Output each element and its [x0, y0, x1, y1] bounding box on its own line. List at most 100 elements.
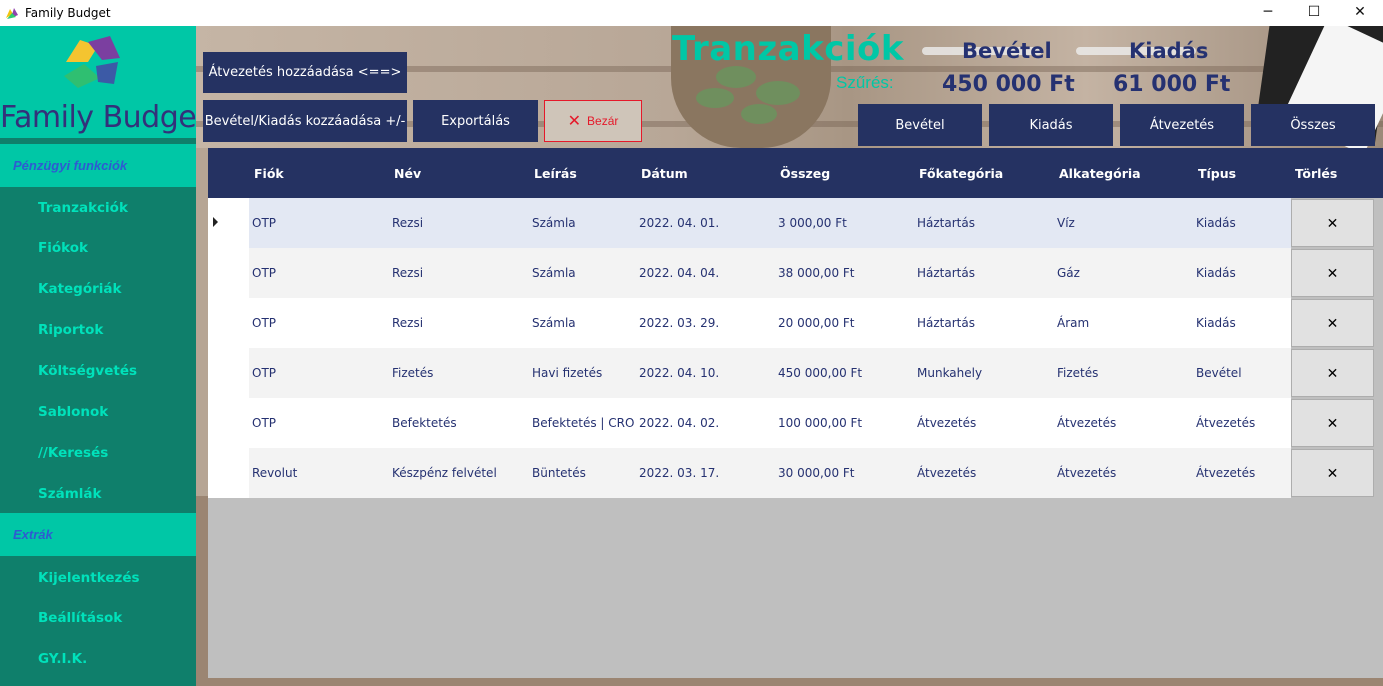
filter-expense-button[interactable]: Kiadás	[989, 104, 1113, 146]
cell-date[interactable]: 2022. 04. 10.	[639, 348, 719, 398]
cell-type[interactable]: Kiadás	[1196, 198, 1236, 248]
cell-subcategory[interactable]: Áram	[1057, 298, 1089, 348]
sidebar-item-settings[interactable]: Beállítások	[0, 598, 196, 638]
cell-main-category[interactable]: Háztartás	[917, 198, 975, 248]
add-income-expense-button[interactable]: Bevétel/Kiadás kozzáadása +/-	[203, 100, 407, 142]
cell-amount[interactable]: 38 000,00 Ft	[778, 248, 855, 298]
table-row[interactable]: OTP Rezsi Számla 2022. 04. 04. 38 000,00 Ft H…	[208, 248, 1383, 298]
filter-transfer-button[interactable]: Átvezetés	[1120, 104, 1244, 146]
cell-account[interactable]: OTP	[252, 398, 276, 448]
maximize-button[interactable]: ☐	[1291, 0, 1337, 24]
minimize-button[interactable]: ─	[1245, 0, 1291, 24]
table-row[interactable]: OTP Fizetés Havi fizetés 2022. 04. 10. 450 0…	[208, 348, 1383, 398]
cell-type[interactable]: Átvezetés	[1196, 448, 1255, 498]
delete-row-button[interactable]: ✕	[1291, 449, 1374, 497]
sidebar-item-budget[interactable]: Költségvetés	[0, 351, 196, 391]
cell-name[interactable]: Készpénz felvétel	[392, 448, 497, 498]
cell-description[interactable]: Büntetés	[532, 448, 586, 498]
cell-name[interactable]: Fizetés	[392, 348, 433, 398]
table-row[interactable]: OTP Rezsi Számla 2022. 04. 01. 3 000,00 Ft Há…	[208, 198, 1383, 248]
cell-main-category[interactable]: Átvezetés	[917, 398, 976, 448]
cell-main-category[interactable]: Átvezetés	[917, 448, 976, 498]
cell-type[interactable]: Kiadás	[1196, 298, 1236, 348]
delete-row-button[interactable]: ✕	[1291, 249, 1374, 297]
column-header-date[interactable]: Dátum	[641, 148, 688, 198]
cell-type[interactable]: Átvezetés	[1196, 398, 1255, 448]
cell-description[interactable]: Számla	[532, 298, 576, 348]
cell-type[interactable]: Kiadás	[1196, 248, 1236, 298]
row-header[interactable]	[208, 298, 249, 348]
export-button[interactable]: Exportálás	[413, 100, 538, 142]
cell-subcategory[interactable]: Víz	[1057, 198, 1075, 248]
cell-description[interactable]: Befektetés | CRO	[532, 398, 634, 448]
sidebar-item-logout[interactable]: Kijelentkezés	[0, 558, 196, 598]
cell-subcategory[interactable]: Átvezetés	[1057, 448, 1116, 498]
delete-row-button[interactable]: ✕	[1291, 199, 1374, 247]
cell-subcategory[interactable]: Gáz	[1057, 248, 1080, 298]
cell-date[interactable]: 2022. 03. 29.	[639, 298, 719, 348]
cell-main-category[interactable]: Munkahely	[917, 348, 982, 398]
row-cells: OTP Rezsi Számla 2022. 03. 29. 20 000,00 Ft H…	[249, 298, 1291, 348]
column-header-type[interactable]: Típus	[1198, 148, 1236, 198]
cell-account[interactable]: OTP	[252, 248, 276, 298]
cell-amount[interactable]: 20 000,00 Ft	[778, 298, 855, 348]
row-cells: OTP Rezsi Számla 2022. 04. 01. 3 000,00 Ft Há…	[249, 198, 1291, 248]
close-button-label: Bezár	[587, 114, 619, 128]
delete-row-button[interactable]: ✕	[1291, 299, 1374, 347]
row-header[interactable]	[208, 198, 249, 248]
table-row[interactable]: OTP Rezsi Számla 2022. 03. 29. 20 000,00 Ft H…	[208, 298, 1383, 348]
column-header-amount[interactable]: Összeg	[780, 148, 830, 198]
sidebar-item-invoices[interactable]: Számlák	[0, 474, 196, 514]
cell-amount[interactable]: 30 000,00 Ft	[778, 448, 855, 498]
row-header[interactable]	[208, 248, 249, 298]
cell-description[interactable]: Havi fizetés	[532, 348, 602, 398]
cell-subcategory[interactable]: Átvezetés	[1057, 398, 1116, 448]
cell-type[interactable]: Bevétel	[1196, 348, 1242, 398]
cell-date[interactable]: 2022. 04. 02.	[639, 398, 719, 448]
cell-main-category[interactable]: Háztartás	[917, 248, 975, 298]
close-button[interactable]: ✕ Bezár	[544, 100, 642, 142]
cell-amount[interactable]: 100 000,00 Ft	[778, 398, 862, 448]
sidebar-item-templates[interactable]: Sablonok	[0, 392, 196, 432]
cell-date[interactable]: 2022. 04. 01.	[639, 198, 719, 248]
delete-row-button[interactable]: ✕	[1291, 399, 1374, 447]
cell-name[interactable]: Rezsi	[392, 248, 423, 298]
filter-all-button[interactable]: Összes	[1251, 104, 1375, 146]
cell-account[interactable]: OTP	[252, 198, 276, 248]
sidebar-item-categories[interactable]: Kategóriák	[0, 269, 196, 309]
sidebar-item-transactions[interactable]: Tranzakciók	[0, 188, 196, 228]
sidebar-item-search[interactable]: //Keresés	[0, 433, 196, 473]
cell-account[interactable]: OTP	[252, 298, 276, 348]
cell-amount[interactable]: 3 000,00 Ft	[778, 198, 847, 248]
sidebar-item-faq[interactable]: GY.I.K.	[0, 639, 196, 679]
cell-date[interactable]: 2022. 04. 04.	[639, 248, 719, 298]
cell-subcategory[interactable]: Fizetés	[1057, 348, 1098, 398]
cell-description[interactable]: Számla	[532, 198, 576, 248]
cell-date[interactable]: 2022. 03. 17.	[639, 448, 719, 498]
cell-amount[interactable]: 450 000,00 Ft	[778, 348, 862, 398]
row-header[interactable]	[208, 448, 249, 498]
cell-account[interactable]: Revolut	[252, 448, 297, 498]
filter-income-button[interactable]: Bevétel	[858, 104, 982, 146]
sidebar-item-reports[interactable]: Riportok	[0, 310, 196, 350]
cell-main-category[interactable]: Háztartás	[917, 298, 975, 348]
column-header-name[interactable]: Név	[394, 148, 421, 198]
cell-description[interactable]: Számla	[532, 248, 576, 298]
sidebar-item-accounts[interactable]: Fiókok	[0, 228, 196, 268]
table-row[interactable]: Revolut Készpénz felvétel Büntetés 2022. 03…	[208, 448, 1383, 498]
column-header-account[interactable]: Fiók	[254, 148, 284, 198]
row-header[interactable]	[208, 348, 249, 398]
add-transfer-button[interactable]: Átvezetés hozzáadása <==>	[203, 52, 407, 93]
close-window-button[interactable]: ✕	[1337, 0, 1383, 24]
cell-name[interactable]: Befektetés	[392, 398, 457, 448]
table-row[interactable]: OTP Befektetés Befektetés | CRO 2022. 04. 0…	[208, 398, 1383, 448]
column-header-subcategory[interactable]: Alkategória	[1059, 148, 1141, 198]
cell-name[interactable]: Rezsi	[392, 198, 423, 248]
row-header[interactable]	[208, 398, 249, 448]
cell-name[interactable]: Rezsi	[392, 298, 423, 348]
column-header-description[interactable]: Leírás	[534, 148, 577, 198]
cell-account[interactable]: OTP	[252, 348, 276, 398]
column-header-main-category[interactable]: Főkategória	[919, 148, 1003, 198]
delete-row-button[interactable]: ✕	[1291, 349, 1374, 397]
sidebar-item-label: //Keresés	[38, 445, 109, 461]
